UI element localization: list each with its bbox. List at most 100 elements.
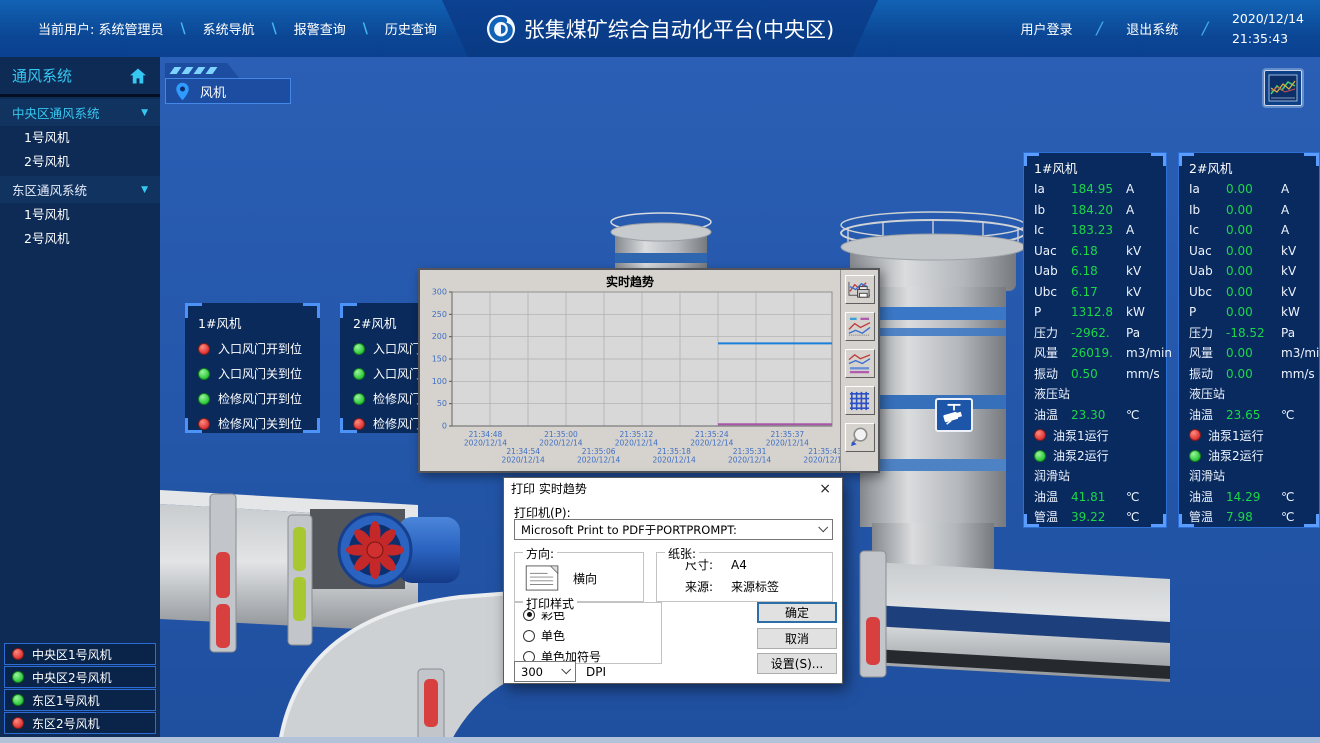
sidebar-item[interactable]: 2号风机: [0, 227, 160, 251]
dialog-titlebar[interactable]: 打印 实时趋势 ×: [504, 478, 842, 499]
measurement-label: Uac: [1034, 241, 1071, 262]
measurement-label: Ubc: [1189, 282, 1226, 303]
camera-button[interactable]: [935, 398, 973, 432]
print-style-option[interactable]: 单色: [523, 626, 661, 645]
measurement-value: 14.29: [1226, 487, 1281, 508]
svg-text:2020/12/14: 2020/12/14: [766, 439, 809, 448]
status-label: 中央区2号风机: [32, 669, 112, 686]
measurement-label: 振动: [1034, 364, 1071, 385]
measurement-value: -18.52: [1226, 323, 1281, 344]
sidebar-item[interactable]: 1号风机: [0, 203, 160, 227]
landscape-icon: [525, 565, 559, 591]
corner-bracket: [303, 303, 320, 318]
pump-status-label: 油泵1运行: [1208, 427, 1264, 444]
measurement-label: 振动: [1189, 364, 1226, 385]
status-item[interactable]: 中央区2号风机: [4, 666, 156, 688]
trend-chart-area: 实时趋势 05010015020025030021:34:482020/12/1…: [420, 270, 840, 471]
pump-status-row: 油泵2运行: [1034, 446, 1166, 467]
measurement-unit: kV: [1281, 241, 1319, 262]
status-item[interactable]: 东区1号风机: [4, 689, 156, 711]
door-status-label: 入口风门开到位: [218, 340, 302, 357]
measurement-unit: kV: [1126, 261, 1166, 282]
sidebar-item[interactable]: 2号风机: [0, 150, 160, 174]
ok-button[interactable]: 确定: [757, 602, 837, 623]
time-label: 21:35:43: [1232, 29, 1304, 48]
pump-status-dot: [1034, 429, 1046, 441]
door-panel-title: 1#风机: [198, 313, 320, 332]
home-icon[interactable]: [128, 66, 148, 86]
measurement-row: Ia184.95A: [1034, 179, 1166, 200]
camera-icon: [941, 403, 967, 427]
nav-item[interactable]: 系统导航: [203, 19, 255, 38]
sidebar-group[interactable]: 东区通风系统▼: [0, 176, 160, 203]
nav-item[interactable]: 报警查询: [294, 19, 346, 38]
radio-label: 单色: [541, 627, 565, 644]
paper-size-value: A4: [731, 556, 747, 575]
svg-text:50: 50: [437, 399, 447, 408]
measurement-value: 183.23: [1071, 220, 1126, 241]
sidebar-group[interactable]: 中央区通风系统▼: [0, 99, 160, 126]
measurement-label: 油温: [1189, 487, 1226, 508]
measurement-unit: kW: [1281, 302, 1319, 323]
svg-text:2020/12/14: 2020/12/14: [577, 456, 620, 465]
current-user-label: 当前用户: 系统管理员: [38, 19, 164, 38]
pump-status-label: 油泵1运行: [1053, 427, 1109, 444]
cancel-button[interactable]: 取消: [757, 628, 837, 649]
grid-button[interactable]: [845, 386, 875, 415]
curves-legend-top-button[interactable]: [845, 312, 875, 341]
measurement-row: 管温7.98℃: [1189, 507, 1319, 528]
sidebar-item[interactable]: 1号风机: [0, 126, 160, 150]
curves-legend-bottom-button[interactable]: [845, 349, 875, 378]
printer-select[interactable]: Microsoft Print to PDF于PORTPROMPT:: [514, 519, 833, 540]
measurement-value: 6.18: [1071, 261, 1126, 282]
zoom-button[interactable]: [845, 423, 875, 452]
user-login-link[interactable]: 用户登录: [1020, 19, 1072, 38]
measurement-label: Ia: [1189, 179, 1226, 200]
measurement-unit: m3/min: [1126, 343, 1172, 364]
fan-measurement-panel: 2#风机Ia0.00AIb0.00AIc0.00AUac0.00kVUab0.0…: [1178, 152, 1320, 528]
orientation-value: 横向: [573, 570, 597, 587]
measurement-unit: A: [1126, 220, 1166, 241]
fan-panel-title: 1#风机: [1034, 158, 1166, 179]
status-label: 东区1号风机: [32, 692, 100, 709]
corner-bracket: [340, 303, 357, 318]
measurement-unit: ℃: [1126, 405, 1166, 426]
dpi-select[interactable]: 300: [514, 661, 576, 682]
sidebar-title: 通风系统: [12, 65, 128, 86]
settings-button[interactable]: 设置(S)...: [757, 653, 837, 674]
measurement-row: Uac0.00kV: [1189, 241, 1319, 262]
scene-tab[interactable]: 风机: [165, 78, 291, 104]
door-status-row: 检修风门开到位: [198, 390, 320, 407]
sidebar: 通风系统 中央区通风系统▼1号风机2号风机东区通风系统▼1号风机2号风机 中央区…: [0, 57, 160, 743]
measurement-value: 6.18: [1071, 241, 1126, 262]
radio-icon: [523, 630, 535, 642]
measurement-row: 油温23.65℃: [1189, 405, 1319, 426]
trend-chart-button[interactable]: [1264, 70, 1302, 106]
measurement-row: 振动0.50mm/s: [1034, 364, 1166, 385]
nav-item[interactable]: 历史查询: [385, 19, 437, 38]
corner-bracket: [185, 418, 202, 433]
pump-status-label: 油泵2运行: [1208, 447, 1264, 464]
pump-status-row: 油泵2运行: [1189, 446, 1319, 467]
measurement-unit: Pa: [1281, 323, 1319, 344]
measurement-value: 0.00: [1226, 179, 1281, 200]
logout-link[interactable]: 退出系统: [1126, 19, 1178, 38]
measurement-value: 0.00: [1226, 364, 1281, 385]
status-item[interactable]: 东区2号风机: [4, 712, 156, 734]
measurement-unit: kV: [1281, 282, 1319, 303]
measurement-value: 7.98: [1226, 507, 1281, 528]
print-chart-button[interactable]: [845, 275, 875, 304]
status-item[interactable]: 中央区1号风机: [4, 643, 156, 665]
nav-separator: \: [181, 21, 186, 37]
measurement-value: 26019.: [1071, 343, 1126, 364]
measurement-row: P0.00kW: [1189, 302, 1319, 323]
curves-legend-top-icon: [847, 315, 872, 338]
svg-text:2020/12/14: 2020/12/14: [464, 439, 507, 448]
close-icon[interactable]: ×: [815, 481, 835, 497]
measurement-label: Uab: [1189, 261, 1226, 282]
corner-bracket: [1304, 153, 1319, 166]
measurement-value: 0.00: [1226, 261, 1281, 282]
status-dot: [12, 694, 24, 706]
door-status-label: 检修风门关到位: [218, 415, 302, 432]
nav-separator: \: [272, 21, 277, 37]
